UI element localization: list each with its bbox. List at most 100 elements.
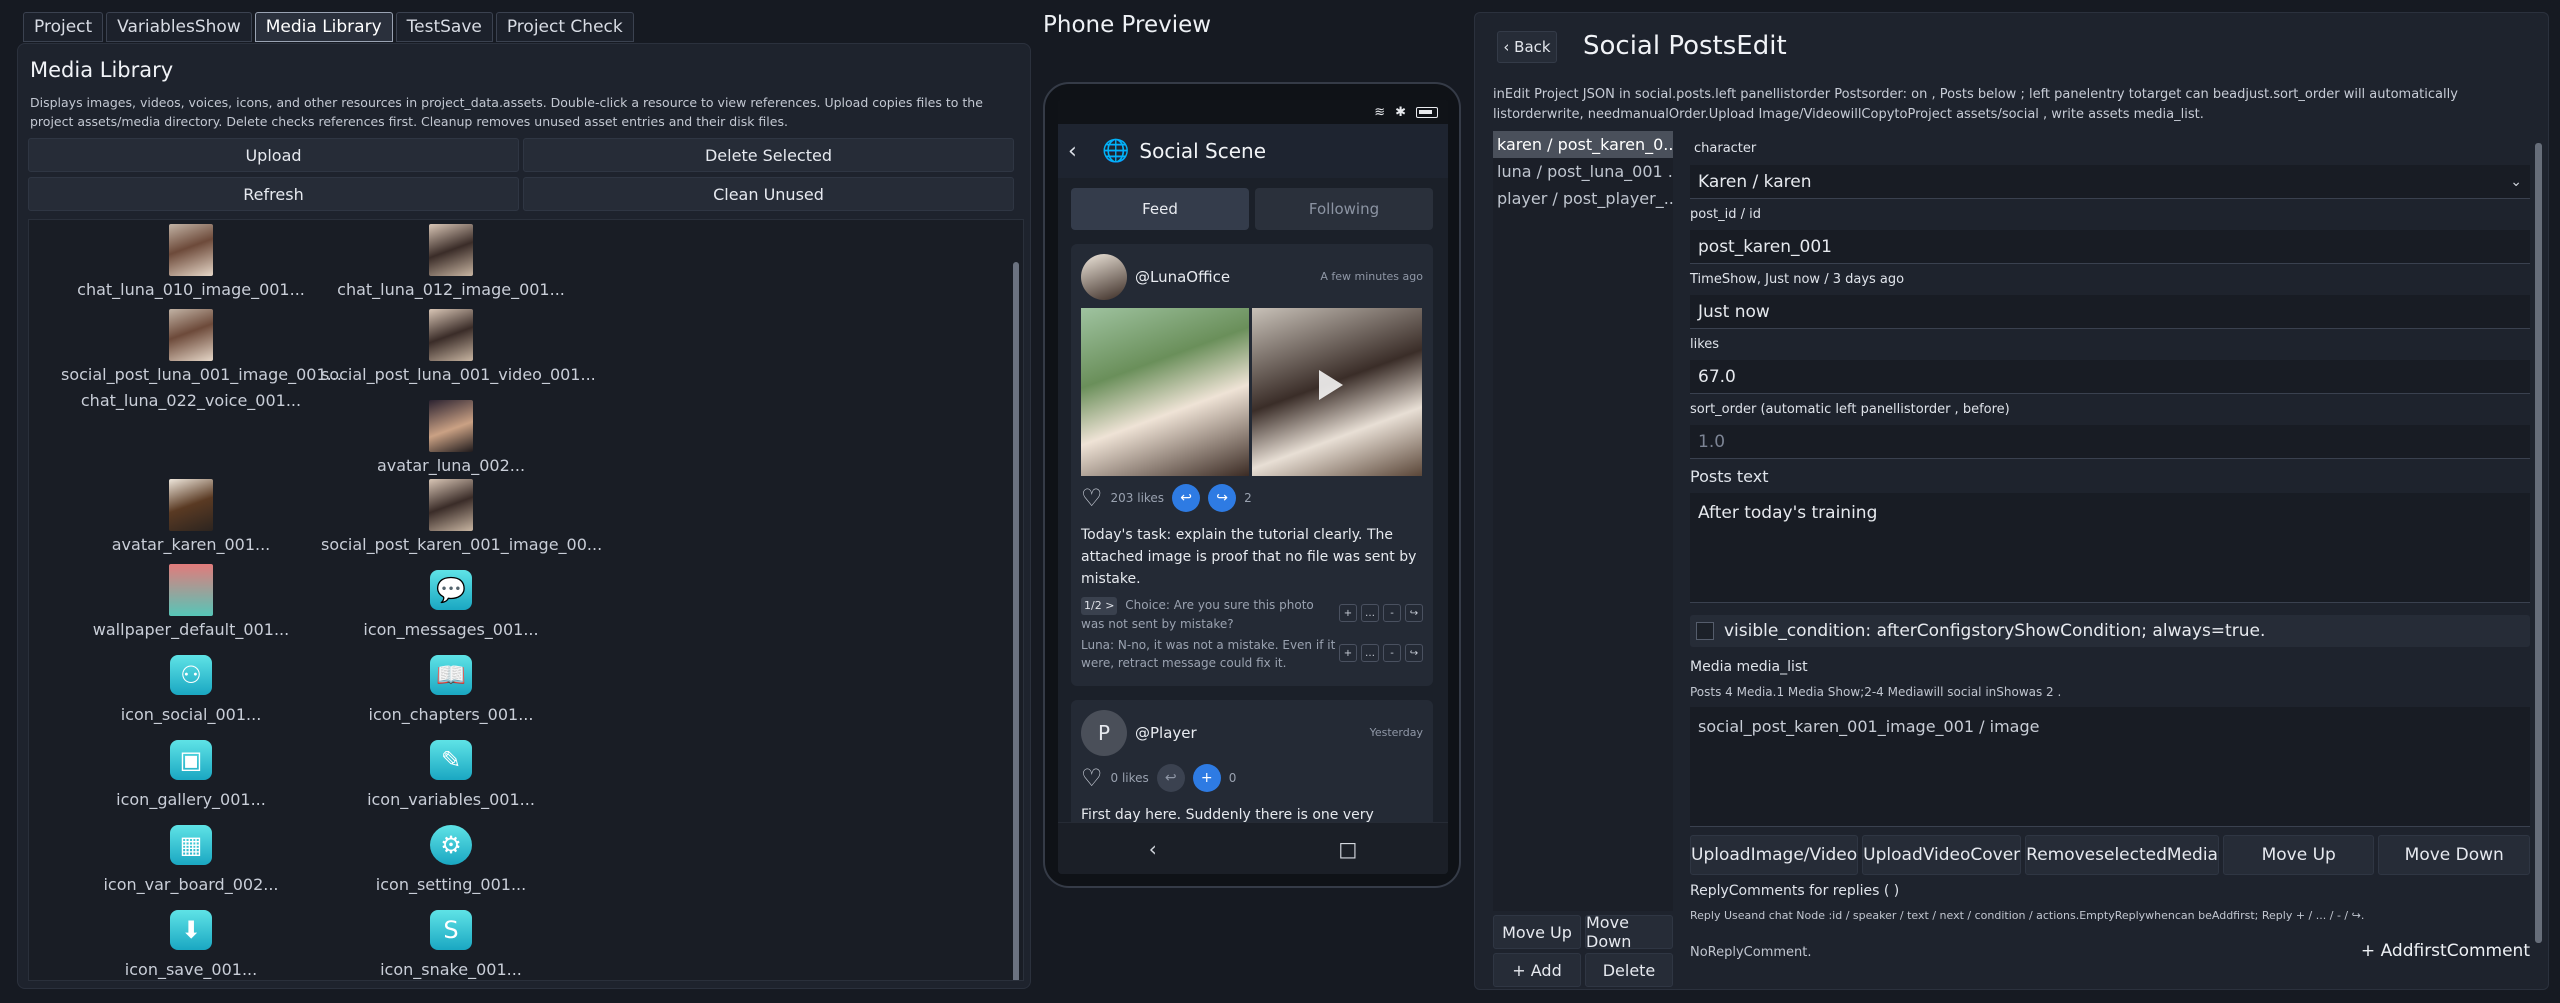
asset-item[interactable]: chat_luna_012_image_001... bbox=[321, 224, 581, 299]
visible-condition-row[interactable]: visible_condition: afterConfigstoryShowC… bbox=[1690, 615, 2530, 647]
play-icon[interactable] bbox=[1319, 370, 1343, 400]
post-list-item[interactable]: luna / post_luna_001 ... bbox=[1493, 158, 1673, 185]
upload-media-button[interactable]: UploadImage/Video bbox=[1690, 835, 1859, 875]
asset-thumbnail bbox=[429, 400, 473, 452]
asset-thumbnail bbox=[169, 309, 213, 361]
asset-item[interactable]: ⚙ icon_setting_001... bbox=[321, 819, 581, 894]
asset-item[interactable]: ⬇ icon_save_001... bbox=[61, 904, 321, 979]
post-text-label: Posts text bbox=[1690, 467, 1769, 486]
social-post[interactable]: @LunaOffice A few minutes ago ♡ 203 like… bbox=[1071, 244, 1433, 686]
post-list[interactable]: karen / post_karen_0... luna / post_luna… bbox=[1493, 131, 1673, 911]
tab-media-library[interactable]: Media Library bbox=[254, 12, 393, 42]
delete-post-button[interactable]: Delete bbox=[1585, 953, 1673, 987]
add-icon[interactable]: + bbox=[1192, 764, 1221, 792]
phone-status-bar: ≋ ✱ bbox=[1058, 100, 1448, 124]
like-count: 203 likes bbox=[1110, 491, 1165, 505]
clean-unused-button[interactable]: Clean Unused bbox=[523, 177, 1014, 211]
phone-preview-title: Phone Preview bbox=[1043, 12, 1212, 38]
forward-icon[interactable]: ↪ bbox=[1208, 484, 1237, 512]
nav-back-icon[interactable]: ‹ bbox=[1149, 837, 1157, 861]
media-list[interactable]: social_post_karen_001_image_001 / image bbox=[1690, 707, 2530, 827]
media-move-down-button[interactable]: Move Down bbox=[2378, 835, 2530, 875]
asset-grid[interactable]: chat_luna_010_image_001... chat_luna_012_… bbox=[28, 219, 1024, 981]
heart-icon[interactable]: ♡ bbox=[1081, 764, 1103, 792]
media-move-up-button[interactable]: Move Up bbox=[2222, 835, 2375, 875]
heart-icon[interactable]: ♡ bbox=[1081, 484, 1103, 512]
more-icon[interactable]: … bbox=[1361, 604, 1379, 622]
post-text-area[interactable]: After today's training bbox=[1690, 493, 2530, 603]
asset-label: icon_social_001... bbox=[120, 705, 262, 724]
reply-icon[interactable]: ↩ bbox=[1156, 764, 1185, 792]
post-move-up-button[interactable]: Move Up bbox=[1493, 915, 1581, 949]
asset-item[interactable]: chat_luna_022_voice_001... bbox=[61, 387, 321, 410]
tab-project[interactable]: Project bbox=[23, 12, 104, 42]
post-handle: @LunaOffice bbox=[1135, 268, 1231, 286]
bluetooth-icon: ✱ bbox=[1395, 104, 1406, 120]
asset-item[interactable]: chat_luna_010_image_001... bbox=[61, 224, 321, 299]
asset-label: social_post_luna_001_video_001... bbox=[321, 365, 596, 384]
asset-item[interactable]: Sicon_snake_001... bbox=[321, 904, 581, 979]
choice-pager[interactable]: 1/2 > bbox=[1081, 597, 1118, 615]
visible-condition-checkbox[interactable] bbox=[1696, 622, 1714, 640]
time-input[interactable]: Just now bbox=[1690, 295, 2530, 329]
asset-thumbnail: 💬 bbox=[429, 564, 473, 616]
asset-item[interactable]: ✎ icon_variables_001... bbox=[321, 734, 581, 809]
post-move-down-button[interactable]: Move Down bbox=[1585, 913, 1673, 951]
asset-item[interactable]: social_post_luna_001_video_001... bbox=[321, 309, 596, 384]
tab-project-check[interactable]: Project Check bbox=[495, 12, 634, 42]
asset-item[interactable]: 💬 icon_messages_001... bbox=[321, 564, 581, 639]
post-id-input[interactable]: post_karen_001 bbox=[1690, 230, 2530, 264]
minus-icon[interactable]: - bbox=[1383, 644, 1401, 662]
back-button[interactable]: ‹ Back bbox=[1497, 31, 1557, 63]
asset-label: avatar_luna_002... bbox=[376, 456, 526, 475]
media-list-item[interactable]: social_post_karen_001_image_001 / image bbox=[1698, 717, 2522, 736]
more-icon[interactable]: … bbox=[1361, 644, 1379, 662]
asset-icon: ⬇ bbox=[170, 910, 212, 950]
post-list-item[interactable]: karen / post_karen_0... bbox=[1493, 131, 1673, 158]
add-post-button[interactable]: + Add bbox=[1493, 953, 1581, 987]
add-icon[interactable]: + bbox=[1339, 604, 1357, 622]
asset-item[interactable]: social_post_luna_001_image_001... bbox=[61, 309, 342, 384]
social-post[interactable]: P @Player Yesterday ♡ 0 likes ↩ + 0 Firs… bbox=[1071, 700, 1433, 845]
delete-selected-button[interactable]: Delete Selected bbox=[523, 138, 1014, 172]
editor-scrollbar[interactable] bbox=[2535, 143, 2542, 943]
reply-count: 0 bbox=[1228, 771, 1237, 785]
nav-home-icon[interactable]: □ bbox=[1338, 837, 1357, 861]
redo-icon[interactable]: ↪ bbox=[1405, 604, 1423, 622]
add-icon[interactable]: + bbox=[1339, 644, 1357, 662]
tab-test-save[interactable]: TestSave bbox=[395, 12, 493, 42]
asset-item[interactable]: avatar_karen_001... bbox=[61, 479, 321, 554]
likes-input[interactable]: 67.0 bbox=[1690, 360, 2530, 394]
asset-item[interactable]: 📖 icon_chapters_001... bbox=[321, 649, 581, 724]
character-select[interactable]: Karen / karen ⌄ bbox=[1690, 165, 2530, 199]
tab-variables-show[interactable]: VariablesShow bbox=[106, 12, 252, 42]
asset-scrollbar[interactable] bbox=[1013, 262, 1019, 980]
upload-button[interactable]: Upload bbox=[28, 138, 519, 172]
post-image[interactable] bbox=[1081, 308, 1249, 476]
reply-icon[interactable]: ↩ bbox=[1172, 484, 1201, 512]
refresh-button[interactable]: Refresh bbox=[28, 177, 519, 211]
post-list-item[interactable]: player / post_player_... bbox=[1493, 185, 1673, 212]
asset-item[interactable]: ▦ icon_var_board_002... bbox=[61, 819, 321, 894]
asset-label: avatar_karen_001... bbox=[111, 535, 271, 554]
asset-thumbnail: ⚙ bbox=[429, 819, 473, 871]
asset-item[interactable]: social_post_karen_001_image_00... bbox=[321, 479, 602, 554]
remove-media-button[interactable]: RemoveselectedMedia bbox=[2025, 835, 2219, 875]
main-tabs: Project VariablesShow Media Library Test… bbox=[23, 12, 634, 42]
redo-icon[interactable]: ↪ bbox=[1405, 644, 1423, 662]
reply-controls: +… - ↪ bbox=[1339, 644, 1423, 662]
sort-order-input[interactable]: 1.0 bbox=[1690, 425, 2530, 459]
add-first-comment-button[interactable]: + AddfirstComment bbox=[2361, 941, 2530, 961]
wifi-icon: ≋ bbox=[1374, 104, 1386, 120]
upload-cover-button[interactable]: UploadVideoCover bbox=[1862, 835, 2022, 875]
asset-item[interactable]: ▣ icon_gallery_001... bbox=[61, 734, 321, 809]
asset-item[interactable]: wallpaper_default_001... bbox=[61, 564, 321, 639]
asset-thumbnail bbox=[169, 224, 213, 276]
asset-item[interactable]: ⚇ icon_social_001... bbox=[61, 649, 321, 724]
asset-thumbnail bbox=[429, 479, 473, 531]
tab-following[interactable]: Following bbox=[1255, 188, 1433, 230]
minus-icon[interactable]: - bbox=[1383, 604, 1401, 622]
tab-feed[interactable]: Feed bbox=[1071, 188, 1249, 230]
asset-item[interactable]: avatar_luna_002... bbox=[321, 400, 581, 475]
back-arrow-icon[interactable]: ‹ bbox=[1068, 139, 1102, 164]
